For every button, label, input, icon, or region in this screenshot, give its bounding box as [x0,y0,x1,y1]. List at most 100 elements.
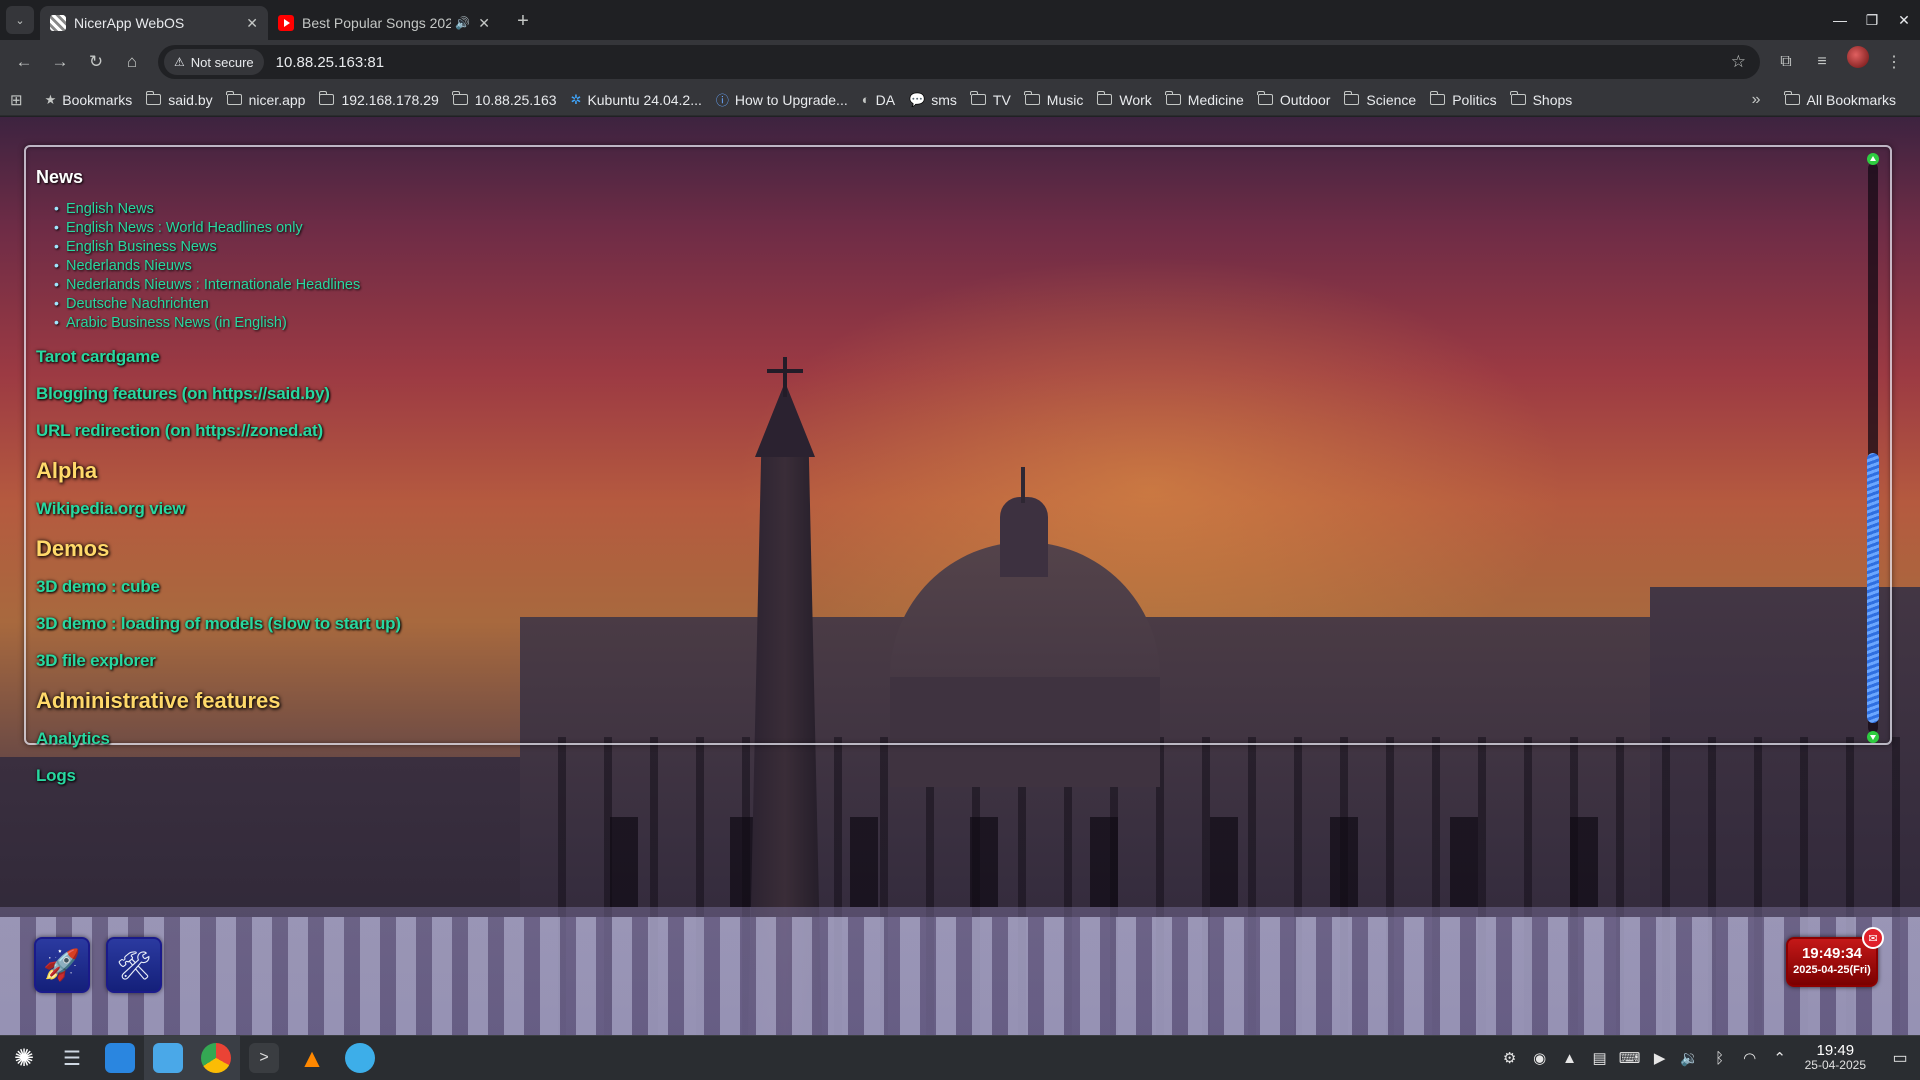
show-desktop-icon[interactable]: ▭ [1880,1036,1920,1080]
demo-cube-link[interactable]: 3D demo : cube [36,577,1856,597]
wifi-icon[interactable]: ◠ [1735,1049,1765,1067]
panel-scrollbar[interactable] [1864,153,1882,743]
clock-time: 19:49:34 [1801,945,1863,962]
bookmark-item[interactable]: ⓘ How to Upgrade... [716,90,848,109]
more-bookmarks-icon[interactable]: » [1752,91,1761,109]
bookmark-item[interactable]: Music [1024,91,1084,108]
terminal-icon[interactable]: > [240,1036,288,1080]
restore-icon[interactable]: ❐ [1856,0,1888,40]
os-taskbar: ✺ ☰ > ▲ ⚙ ◉ ▲ ▤ ⌨ ▶ 🔉 ᛒ ◠ ⌃ 19:49 25-04-… [0,1035,1920,1080]
folder-icon [145,91,162,105]
tools-button[interactable]: 🛠 [106,937,162,993]
launcher-button[interactable]: 🚀 [34,937,90,993]
bookmark-item[interactable]: Work [1096,91,1152,108]
news-link[interactable]: English News : World Headlines only [54,218,1856,238]
bookmark-label: All Bookmarks [1806,91,1896,108]
bookmark-item[interactable]: Outdoor [1257,91,1330,108]
profile-avatar[interactable] [1847,46,1869,68]
bookmark-item[interactable]: Medicine [1165,91,1244,108]
tab-youtube[interactable]: Best Popular Songs 202 🔊 ✕ [268,6,500,40]
bookmark-label: Bookmarks [62,91,133,108]
update-icon[interactable]: ◉ [1525,1049,1555,1067]
bookmark-item[interactable]: 💬 sms [909,92,957,108]
back-icon[interactable]: ← [8,46,40,78]
kde-connect-icon[interactable] [336,1036,384,1080]
url-redirection-link[interactable]: URL redirection (on https://zoned.at) [36,421,1856,441]
media-controls-icon[interactable]: ≡ [1804,46,1840,78]
vlc-icon[interactable]: ▲ [288,1036,336,1080]
home-icon[interactable]: ⌂ [116,46,148,78]
news-link[interactable]: English Business News [54,237,1856,257]
bookmark-item[interactable]: Shops [1510,91,1573,108]
bookmark-item[interactable]: said.by [145,91,213,108]
bookmark-label: Shops [1532,91,1573,108]
bookmarks-bar: ⊞ ★ Bookmarks said.by nicer.app 192.168.1… [0,84,1920,116]
tray-expand-icon[interactable]: ⌃ [1765,1049,1795,1067]
tarot-link[interactable]: Tarot cardgame [36,347,1856,367]
analytics-link[interactable]: Analytics [36,729,1856,749]
bookmark-item[interactable]: Science [1343,91,1416,108]
vlc-tray-icon[interactable]: ▲ [1555,1050,1585,1067]
close-window-icon[interactable]: ✕ [1888,0,1920,40]
all-bookmarks-button[interactable]: All Bookmarks [1784,91,1896,108]
apps-grid-icon[interactable]: ⊞ [10,91,23,109]
close-tab-icon[interactable]: ✕ [246,15,258,32]
folder-icon [1096,91,1113,105]
forward-icon[interactable]: → [44,46,76,78]
bookmark-label: Music [1046,91,1084,108]
keyboard-icon[interactable]: ⌨ [1615,1049,1645,1067]
file-explorer-link[interactable]: 3D file explorer [36,651,1856,671]
clipboard-icon[interactable]: ▤ [1585,1049,1615,1067]
menu-kebab-icon[interactable]: ⋮ [1876,46,1912,78]
bookmark-star-icon[interactable]: ☆ [1731,52,1746,72]
bookmark-label: Kubuntu 24.04.2... [587,91,702,108]
bookmark-item[interactable]: 192.168.178.29 [318,91,439,108]
bookmark-item[interactable]: 10.88.25.163 [452,91,557,108]
bookmark-item[interactable]: TV [970,91,1011,108]
bookmark-item[interactable]: Politics [1429,91,1497,108]
system-settings-icon[interactable]: ☰ [48,1036,96,1080]
scroll-down-icon[interactable] [1867,731,1879,743]
file-manager-icon[interactable] [144,1035,192,1080]
site-security-chip[interactable]: ⚠ Not secure [164,49,264,75]
kde-launcher-icon[interactable]: ✺ [0,1036,48,1080]
bookmark-item[interactable]: ✲ Kubuntu 24.04.2... [571,92,702,108]
news-link[interactable]: Nederlands Nieuws : Internationale Headl… [54,275,1856,295]
logs-link[interactable]: Logs [36,766,1856,786]
volume-icon[interactable]: 🔉 [1675,1049,1705,1067]
media-play-icon[interactable]: ▶ [1645,1049,1675,1067]
chrome-icon[interactable] [192,1035,240,1080]
wikipedia-view-link[interactable]: Wikipedia.org view [36,499,1856,519]
close-tab-icon[interactable]: ✕ [478,15,490,32]
discover-store-icon[interactable] [96,1036,144,1080]
news-link[interactable]: Deutsche Nachrichten [54,294,1856,314]
address-bar[interactable]: ⚠ Not secure 10.88.25.163:81 ☆ [158,45,1760,79]
url-text[interactable]: 10.88.25.163:81 [276,54,384,71]
reload-icon[interactable]: ↻ [80,46,112,78]
news-link[interactable]: English News [54,199,1856,219]
folder-icon [1343,91,1360,105]
bookmark-item[interactable]: ★ Bookmarks [45,92,133,108]
mail-icon[interactable]: ✉ [1862,927,1884,949]
scroll-up-icon[interactable] [1867,153,1879,165]
star-icon: ★ [44,91,57,107]
window-controls: ― ❐ ✕ [1824,0,1920,40]
news-link[interactable]: Arabic Business News (in English) [54,313,1856,333]
bookmark-label: Medicine [1187,91,1244,108]
speaker-icon[interactable]: 🔊 [455,16,470,30]
demo-models-link[interactable]: 3D demo : loading of models (slow to sta… [36,614,1856,634]
tab-nicerapp[interactable]: NicerApp WebOS ✕ [40,6,268,40]
news-link[interactable]: Nederlands Nieuws [54,256,1856,276]
tab-search-button[interactable]: ⌄ [6,6,34,34]
blogging-link[interactable]: Blogging features (on https://said.by) [36,384,1856,404]
scrollbar-thumb[interactable] [1867,453,1879,723]
taskbar-clock[interactable]: 19:49 25-04-2025 [1805,1043,1866,1073]
bookmark-item[interactable]: ◐ DA [862,92,895,108]
bookmark-item[interactable]: nicer.app [226,91,305,108]
extensions-icon[interactable]: ⧉ [1768,46,1804,78]
notifications-icon[interactable]: ⚙ [1495,1049,1525,1067]
new-tab-button[interactable]: + [508,6,538,36]
bookmark-label: TV [992,91,1011,108]
bluetooth-icon[interactable]: ᛒ [1705,1050,1735,1067]
minimize-icon[interactable]: ― [1824,0,1856,40]
